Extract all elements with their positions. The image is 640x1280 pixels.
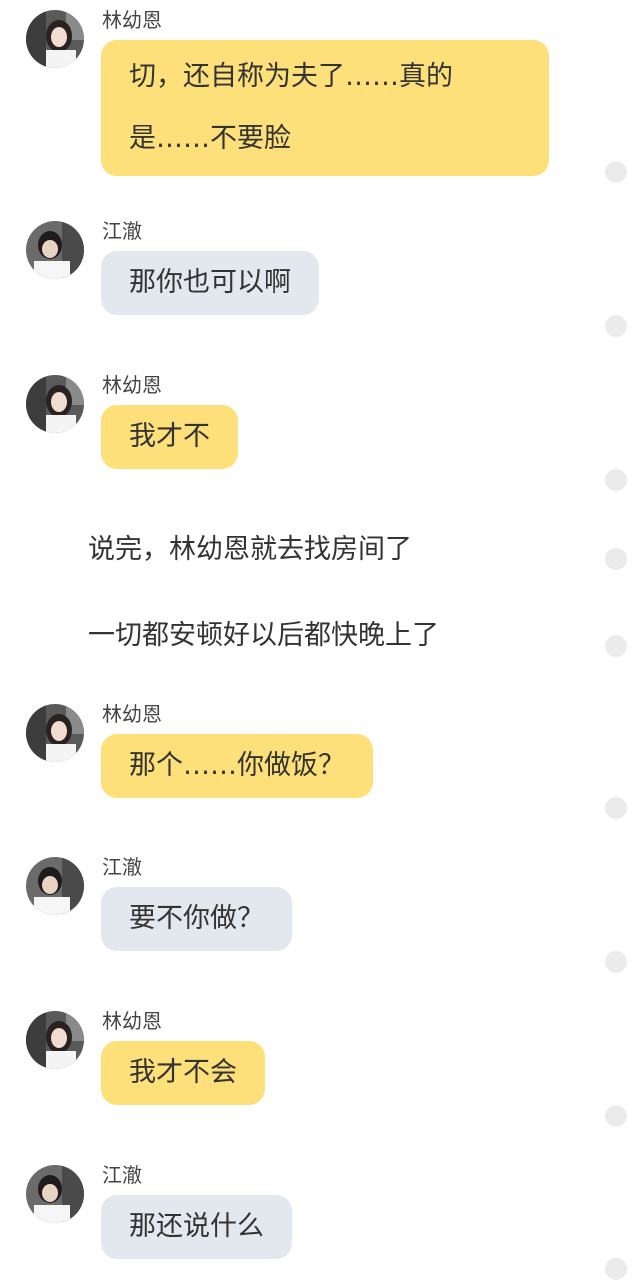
circle-indicator-icon	[605, 1105, 627, 1127]
circle-indicator-icon	[605, 161, 627, 183]
message-bubble[interactable]: 要不你做？	[101, 887, 292, 951]
sender-name: 江澈	[102, 219, 142, 243]
message-text: 那你也可以啊	[129, 267, 291, 298]
message-bubble[interactable]: 切，还自称为夫了……真的是……不要脸	[101, 40, 549, 176]
narration-text: 说完，林幼恩就去找房间了	[88, 534, 412, 565]
message-bubble[interactable]: 那个……你做饭？	[101, 734, 373, 798]
circle-indicator-icon	[605, 1258, 627, 1280]
message-text: 那还说什么	[129, 1211, 264, 1242]
sender-name: 江澈	[102, 855, 142, 879]
message-text: 我才不会	[129, 1057, 237, 1088]
circle-indicator-icon	[605, 469, 627, 491]
circle-indicator-icon	[605, 548, 627, 570]
message-text: 那个……你做饭？	[129, 750, 345, 781]
avatar-jiang[interactable]	[26, 1165, 84, 1223]
girl-avatar-icon	[26, 375, 84, 433]
boy-avatar-icon	[26, 857, 84, 915]
avatar-jiang[interactable]	[26, 857, 84, 915]
sender-name: 林幼恩	[102, 1009, 162, 1033]
boy-avatar-icon	[26, 221, 84, 279]
circle-indicator-icon	[605, 951, 627, 973]
circle-indicator-icon	[605, 797, 627, 819]
sender-name: 林幼恩	[102, 373, 162, 397]
message-bubble[interactable]: 我才不会	[101, 1041, 265, 1105]
girl-avatar-icon	[26, 704, 84, 762]
message-text: 我才不	[129, 421, 210, 452]
girl-avatar-icon	[26, 10, 84, 68]
avatar-lin[interactable]	[26, 10, 84, 68]
sender-name: 林幼恩	[102, 8, 162, 32]
message-bubble[interactable]: 我才不	[101, 405, 238, 469]
girl-avatar-icon	[26, 1011, 84, 1069]
avatar-jiang[interactable]	[26, 221, 84, 279]
boy-avatar-icon	[26, 1165, 84, 1223]
message-text: 切，还自称为夫了……真的是……不要脸	[129, 61, 453, 154]
message-bubble[interactable]: 那你也可以啊	[101, 251, 319, 315]
sender-name: 江澈	[102, 1163, 142, 1187]
narration-text: 一切都安顿好以后都快晚上了	[88, 620, 439, 651]
sender-name: 林幼恩	[102, 702, 162, 726]
avatar-lin[interactable]	[26, 1011, 84, 1069]
circle-indicator-icon	[605, 635, 627, 657]
message-text: 要不你做？	[129, 903, 264, 934]
circle-indicator-icon	[605, 315, 627, 337]
avatar-lin[interactable]	[26, 704, 84, 762]
avatar-lin[interactable]	[26, 375, 84, 433]
message-bubble[interactable]: 那还说什么	[101, 1195, 292, 1259]
